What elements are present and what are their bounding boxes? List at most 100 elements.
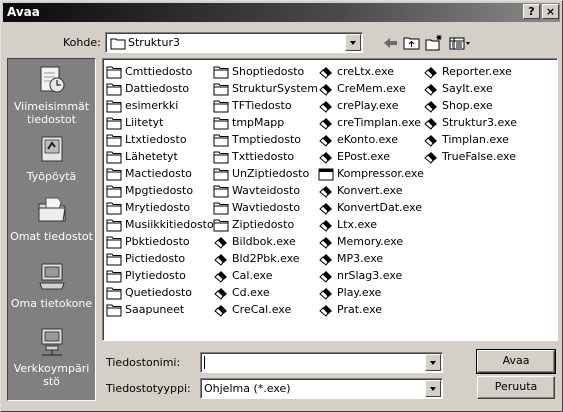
program-icon	[214, 288, 227, 300]
program-icon	[319, 305, 332, 317]
item-label: creTimplan.exe	[337, 116, 422, 129]
program-icon	[424, 101, 437, 113]
item-label: Musiikkitiedosto	[125, 218, 214, 231]
item-label: Wavteidosto	[232, 184, 301, 197]
view-menu-icon[interactable]	[448, 34, 472, 52]
filename-label: Tiedostonimi:	[106, 356, 181, 369]
program-icon	[319, 152, 332, 164]
program-icon	[319, 118, 332, 130]
folder-icon	[213, 100, 229, 113]
item-label: Kompressor.exe	[337, 167, 424, 180]
title-bar: Avaa	[3, 3, 560, 22]
program-icon	[319, 186, 332, 198]
program-icon	[424, 67, 437, 79]
program-icon	[319, 101, 332, 113]
network-places-icon	[41, 328, 62, 356]
cancel-button[interactable]: Peruuta	[477, 376, 555, 399]
help-button[interactable]: ?	[523, 4, 540, 19]
open-button[interactable]: Avaa	[476, 349, 556, 374]
program-icon	[214, 254, 227, 266]
folder-icon	[106, 66, 122, 79]
desktop-icon	[41, 136, 62, 162]
look-in-value: Struktur3	[128, 36, 180, 49]
up-folder-icon[interactable]	[402, 34, 422, 52]
place-label-network: Verkkoympäristö	[13, 362, 90, 388]
program-icon	[319, 271, 332, 283]
item-label: nrSlag3.exe	[337, 269, 403, 282]
program-icon	[319, 84, 332, 96]
folder-icon	[106, 151, 122, 164]
close-button[interactable]: ×	[542, 4, 559, 19]
program-icon	[214, 237, 227, 249]
item-label: KonvertDat.exe	[337, 201, 423, 214]
item-label: Reporter.exe	[442, 65, 512, 78]
item-label: Ltx.exe	[337, 218, 377, 231]
place-label-recent: Viimeisimmät tiedostot	[13, 100, 90, 126]
filetype-combo[interactable]: Ohjelma (*.exe)	[200, 378, 443, 399]
item-label: Quetiedosto	[125, 286, 193, 299]
folder-icon	[106, 287, 122, 300]
place-label-my-computer: Oma tietokone	[10, 297, 93, 310]
open-dialog: Avaa ? × Kohde: Struktur3 Viimeisimmät t…	[0, 0, 563, 412]
item-label: Cmttiedosto	[125, 65, 193, 78]
item-label: Mpgtiedosto	[125, 184, 194, 197]
program-icon	[319, 288, 332, 300]
dialog-title: Avaa	[7, 5, 40, 19]
folder-icon	[213, 117, 229, 130]
places-bar: Viimeisimmät tiedostot Työpöytä Omat tie…	[7, 58, 96, 401]
program-icon	[319, 237, 332, 249]
item-label: Mrytiedosto	[125, 201, 191, 214]
program-icon	[424, 118, 437, 130]
item-label: creLtx.exe	[337, 65, 395, 78]
application-window-icon	[318, 168, 334, 181]
item-label: Cal.exe	[232, 269, 273, 282]
look-in-dropdown-button[interactable]	[345, 34, 361, 51]
item-label: Wavtiedosto	[232, 201, 301, 214]
item-label: crePlay.exe	[337, 99, 399, 112]
folder-icon	[106, 117, 122, 130]
folder-icon	[106, 134, 122, 147]
place-network[interactable]: Verkkoympäristö	[8, 326, 95, 388]
folder-icon	[213, 185, 229, 198]
my-documents-icon	[38, 197, 66, 222]
item-label: StrukturSystem	[232, 82, 318, 95]
file-list[interactable]: Cmttiedosto Dattiedosto esimerkki Liitetyt L…	[102, 58, 558, 341]
item-label: Pbktiedosto	[125, 235, 190, 248]
filetype-dropdown-button[interactable]	[425, 380, 441, 397]
folder-icon	[106, 304, 122, 317]
item-label: Cd.exe	[232, 286, 270, 299]
program-icon	[319, 254, 332, 266]
item-label: Saapuneet	[125, 303, 185, 316]
program-icon	[319, 203, 332, 215]
back-arrow-icon[interactable]	[381, 34, 401, 52]
folder-icon	[110, 38, 126, 50]
place-desktop[interactable]: Työpöytä	[8, 134, 95, 183]
program-icon	[319, 220, 332, 232]
item-label: esimerkki	[125, 99, 179, 112]
item-label: TrueFalse.exe	[442, 150, 516, 163]
item-label: Plytiedosto	[125, 269, 186, 282]
folder-icon	[213, 168, 229, 181]
folder-icon	[106, 202, 122, 215]
look-in-combo[interactable]: Struktur3	[105, 32, 363, 53]
program-icon	[319, 135, 332, 147]
item-label: Prat.exe	[337, 303, 383, 316]
new-folder-icon[interactable]	[424, 34, 444, 52]
program-icon	[424, 152, 437, 164]
place-my-documents[interactable]: Omat tiedostot	[8, 194, 95, 243]
filename-combo[interactable]	[200, 352, 443, 373]
item-label: SayIt.exe	[442, 82, 493, 95]
place-my-computer[interactable]: Oma tietokone	[8, 261, 95, 310]
place-recent[interactable]: Viimeisimmät tiedostot	[8, 64, 95, 126]
item-label: EPost.exe	[337, 150, 390, 163]
folder-icon	[106, 270, 122, 283]
folder-icon	[106, 83, 122, 96]
item-label: Memory.exe	[337, 235, 404, 248]
folder-icon	[213, 66, 229, 79]
item-label: Shop.exe	[442, 99, 493, 112]
item-label: CreCal.exe	[232, 303, 292, 316]
item-label: Play.exe	[337, 286, 382, 299]
folder-icon	[106, 253, 122, 266]
filename-dropdown-button[interactable]	[425, 354, 441, 371]
folder-icon	[213, 151, 229, 164]
